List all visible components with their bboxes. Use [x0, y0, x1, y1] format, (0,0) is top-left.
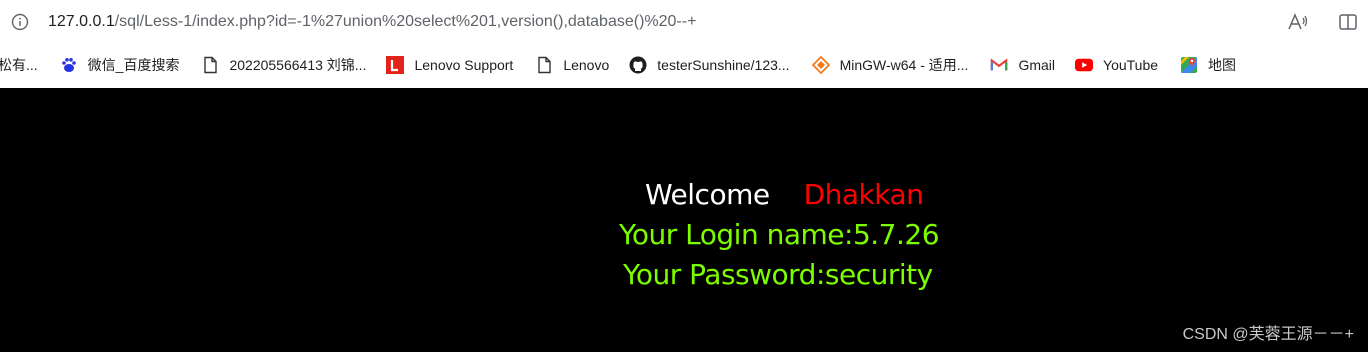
bookmark-item[interactable]: testerSunshine/123... — [629, 50, 790, 80]
url-host: 127.0.0.1 — [48, 13, 115, 30]
split-screen-icon[interactable] — [1336, 10, 1360, 34]
maps-icon — [1180, 56, 1198, 74]
bookmark-label: 地图 — [1208, 57, 1237, 73]
bookmark-label: MinGW-w64 - 适用... — [839, 57, 969, 73]
bookmark-item[interactable]: Gmail — [990, 50, 1055, 80]
bookmark-item[interactable]: Lenovo Support — [386, 50, 513, 80]
bookmark-label: testerSunshine/123... — [657, 57, 790, 73]
bookmark-label: 松有... — [0, 57, 38, 73]
url-text[interactable]: 127.0.0.1/sql/Less-1/index.php?id=-1%27u… — [48, 13, 696, 31]
welcome-text: Welcome — [645, 178, 770, 211]
baidu-icon — [60, 56, 78, 74]
read-aloud-icon[interactable] — [1286, 10, 1310, 34]
address-bar-actions — [1286, 10, 1360, 34]
github-icon — [629, 56, 647, 74]
bookmark-item[interactable]: 202205566413 刘锦... — [201, 50, 366, 80]
bookmark-label: YouTube — [1103, 57, 1159, 73]
bookmark-item[interactable]: YouTube — [1075, 50, 1158, 80]
watermark: CSDN @芙蓉王源－－+ — [1182, 326, 1354, 343]
youtube-icon — [1075, 56, 1094, 74]
bookmark-item[interactable]: 地图 — [1180, 50, 1236, 80]
info-icon[interactable] — [10, 12, 30, 32]
gmail-icon — [990, 56, 1008, 74]
bookmark-label: Gmail — [1018, 57, 1056, 73]
url-path: /sql/Less-1/index.php?id=-1%27union%20se… — [114, 13, 697, 30]
bookmark-label: Lenovo Support — [414, 57, 514, 73]
browser-chrome: 127.0.0.1/sql/Less-1/index.php?id=-1%27u… — [0, 0, 1368, 88]
bookmarks-bar: 松有... 微信_百度搜索 202205566413 刘锦... Lenovo … — [0, 44, 1368, 86]
bookmark-label: Lenovo — [563, 57, 610, 73]
login-name-line: Your Login name:5.7.26 — [619, 218, 940, 251]
page-content: Welcome Dhakkan Your Login name:5.7.26 Yo… — [0, 88, 1368, 352]
bookmark-label: 202205566413 刘锦... — [229, 57, 367, 73]
welcome-line: Welcome Dhakkan — [645, 178, 924, 211]
lenovo-icon — [386, 56, 405, 74]
user-name: Dhakkan — [803, 178, 924, 211]
bookmark-item[interactable]: 松有... — [0, 50, 38, 80]
file-icon — [201, 56, 219, 74]
bookmark-item[interactable]: MinGW-w64 - 适用... — [811, 50, 969, 80]
sourceforge-icon — [811, 56, 830, 74]
bookmark-item[interactable]: 微信_百度搜索 — [60, 50, 180, 80]
password-line: Your Password:security — [623, 258, 933, 291]
file-icon — [535, 56, 553, 74]
address-bar[interactable]: 127.0.0.1/sql/Less-1/index.php?id=-1%27u… — [0, 0, 1368, 44]
bookmark-item[interactable]: Lenovo — [535, 50, 609, 80]
bookmark-label: 微信_百度搜索 — [87, 57, 180, 73]
